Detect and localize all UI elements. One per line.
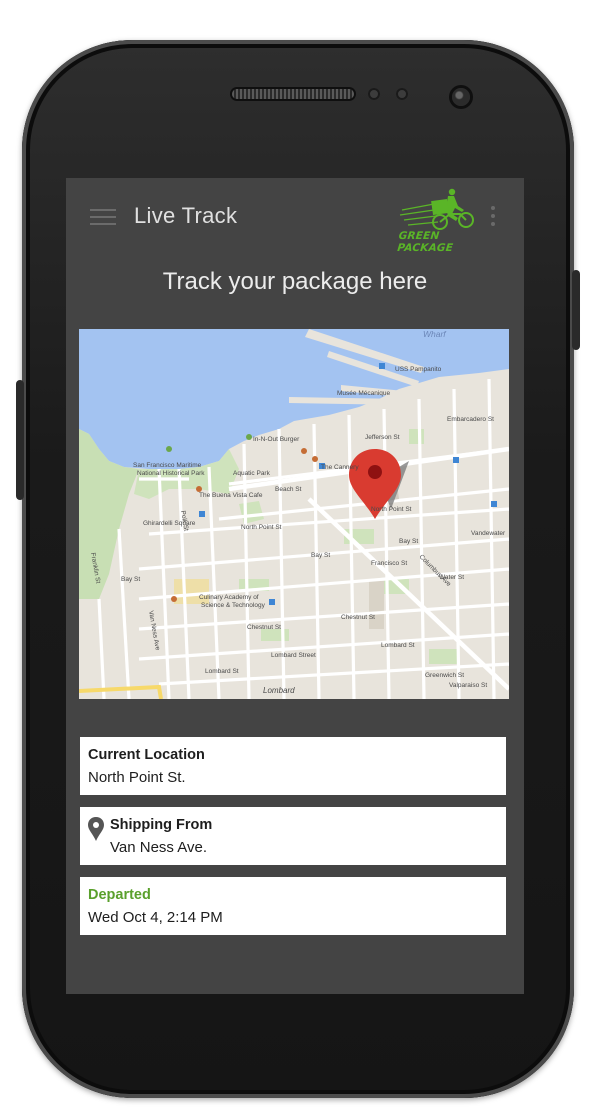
volume-button (16, 380, 24, 500)
map-label: Lombard Street (271, 652, 316, 659)
map-label: Beach St (275, 486, 302, 493)
map-view[interactable]: Wharf USS Pampanito Musée Mécanique San … (79, 329, 509, 699)
map-label: The Cannery (321, 464, 359, 471)
map-label: The Buena Vista Cafe (199, 492, 263, 499)
current-location-value: North Point St. (88, 769, 186, 786)
departed-value: Wed Oct 4, 2:14 PM (88, 909, 223, 926)
map-label: Lombard (263, 686, 295, 695)
map-label: Bay St (121, 576, 140, 583)
map-label: Greenwich St (425, 672, 464, 679)
app-bar: Live Track GREEN PACKAGE (66, 178, 524, 258)
current-location-label: Current Location (88, 747, 205, 763)
departed-label: Departed (88, 887, 151, 903)
map-label: Lombard St (381, 642, 415, 649)
power-button (572, 270, 580, 350)
map-label: Water St (439, 574, 464, 581)
shipping-from-label: Shipping From (110, 817, 213, 833)
location-pin-icon (88, 817, 104, 841)
more-vert-icon[interactable] (490, 206, 496, 230)
map-label: Vandewater (471, 530, 506, 537)
map-label: Aquatic Park (233, 470, 271, 477)
map-canvas: Wharf USS Pampanito Musée Mécanique San … (79, 329, 509, 699)
map-label: Francisco St (371, 560, 407, 567)
map-label: Wharf (423, 329, 447, 339)
current-location-card: Current Location North Point St. (80, 737, 506, 795)
page-headline: Track your package here (162, 268, 428, 295)
map-label: Culinary Academy of (199, 594, 259, 601)
map-label: Valparaiso St (449, 682, 487, 689)
map-label: Bay St (399, 538, 418, 545)
hamburger-menu-icon[interactable] (90, 209, 116, 227)
map-label: Lombard St (205, 668, 239, 675)
map-label: Chestnut St (247, 624, 281, 631)
map-label: National Historical Park (137, 470, 205, 477)
map-label: Chestnut St (341, 614, 375, 621)
map-label: USS Pampanito (395, 366, 442, 373)
app-screen: Live Track GREEN PACKAGE Track your pack… (66, 178, 524, 994)
app-title: Live Track (134, 203, 238, 228)
light-sensor (396, 88, 408, 100)
map-label: San Francisco Maritime (133, 462, 202, 469)
departed-card: Departed Wed Oct 4, 2:14 PM (80, 877, 506, 935)
map-label: North Point St (241, 524, 282, 531)
logo-text: GREEN PACKAGE (396, 230, 454, 254)
map-label: In-N-Out Burger (253, 436, 300, 443)
map-label: North Point St (371, 506, 412, 513)
map-label: Jefferson St (365, 434, 400, 441)
map-label: Science & Technology (201, 602, 266, 609)
map-label: Embarcadero St (447, 416, 494, 423)
front-camera (452, 88, 470, 106)
map-label: Bay St (311, 552, 330, 559)
shipping-from-card: Shipping From Van Ness Ave. (80, 807, 506, 865)
shipping-from-value: Van Ness Ave. (110, 839, 208, 856)
earpiece-speaker (232, 89, 354, 99)
map-label: Musée Mécanique (337, 390, 390, 397)
proximity-sensor (368, 88, 380, 100)
